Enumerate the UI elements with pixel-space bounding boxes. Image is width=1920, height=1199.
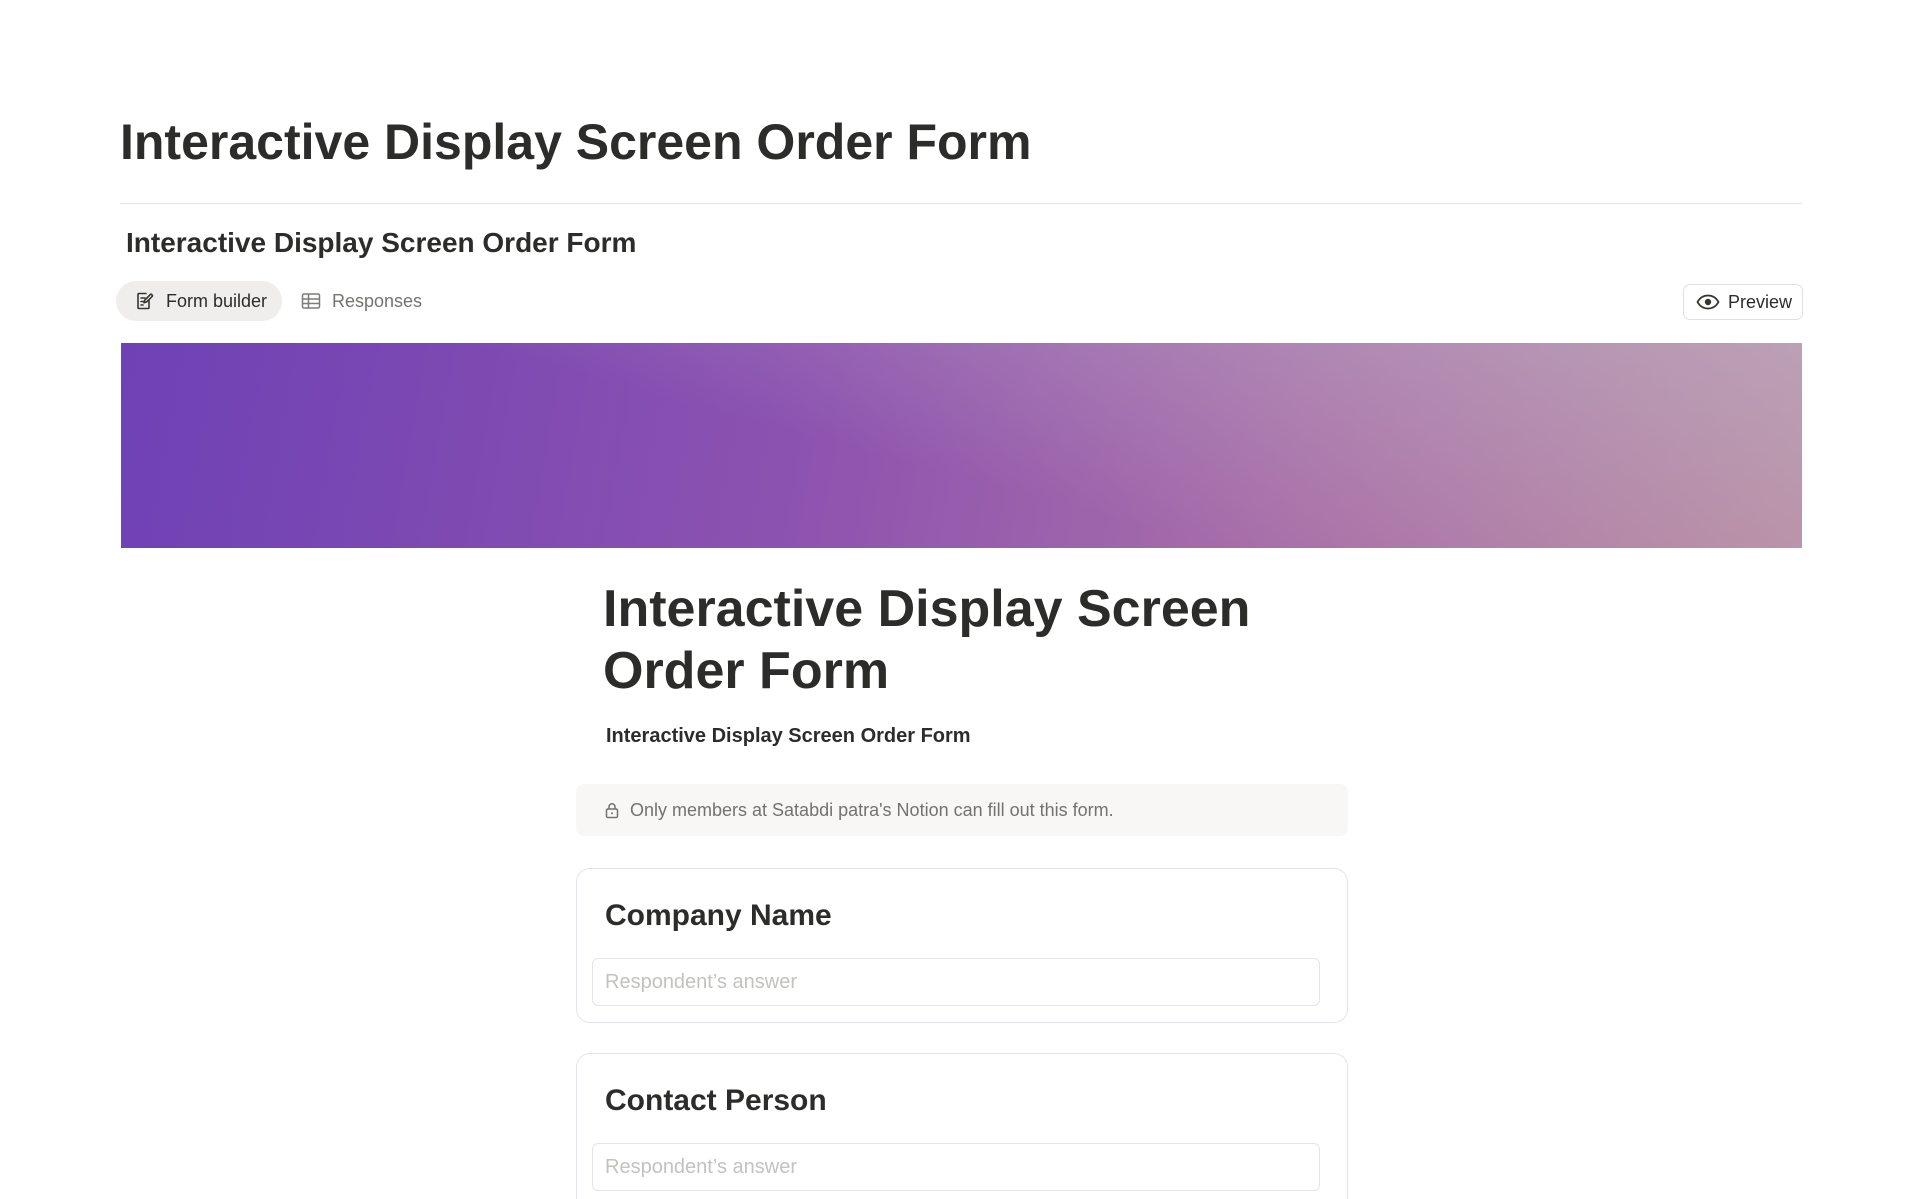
tab-responses-label: Responses [332, 290, 423, 311]
page-title: Interactive Display Screen Order Form [120, 114, 1032, 170]
question-title[interactable]: Company Name [605, 899, 832, 933]
access-notice: Only members at Satabdi patra's Notion c… [576, 784, 1348, 836]
question-card-company-name[interactable]: Company Name [576, 868, 1348, 1023]
form-title[interactable]: Interactive Display Screen Order Form [603, 578, 1303, 702]
tab-responses[interactable]: Responses [298, 281, 422, 321]
answer-input[interactable] [592, 1143, 1320, 1191]
preview-button-label: Preview [1728, 291, 1793, 312]
eye-icon [1696, 291, 1720, 313]
preview-button[interactable]: Preview [1683, 284, 1803, 320]
lock-icon [603, 801, 621, 819]
form-cover-image [121, 343, 1802, 548]
access-notice-text: Only members at Satabdi patra's Notion c… [630, 799, 1114, 820]
question-title[interactable]: Contact Person [605, 1084, 827, 1118]
answer-input[interactable] [592, 958, 1320, 1006]
notion-form-page: Interactive Display Screen Order Form In… [0, 0, 1920, 1199]
tab-form-builder[interactable]: Form builder [116, 281, 282, 321]
edit-form-icon [134, 290, 156, 312]
title-divider [120, 203, 1802, 204]
table-icon [300, 290, 322, 312]
question-card-contact-person[interactable]: Contact Person [576, 1053, 1348, 1199]
database-title[interactable]: Interactive Display Screen Order Form [126, 226, 636, 260]
form-description[interactable]: Interactive Display Screen Order Form [606, 725, 971, 748]
tab-form-builder-label: Form builder [166, 290, 268, 311]
